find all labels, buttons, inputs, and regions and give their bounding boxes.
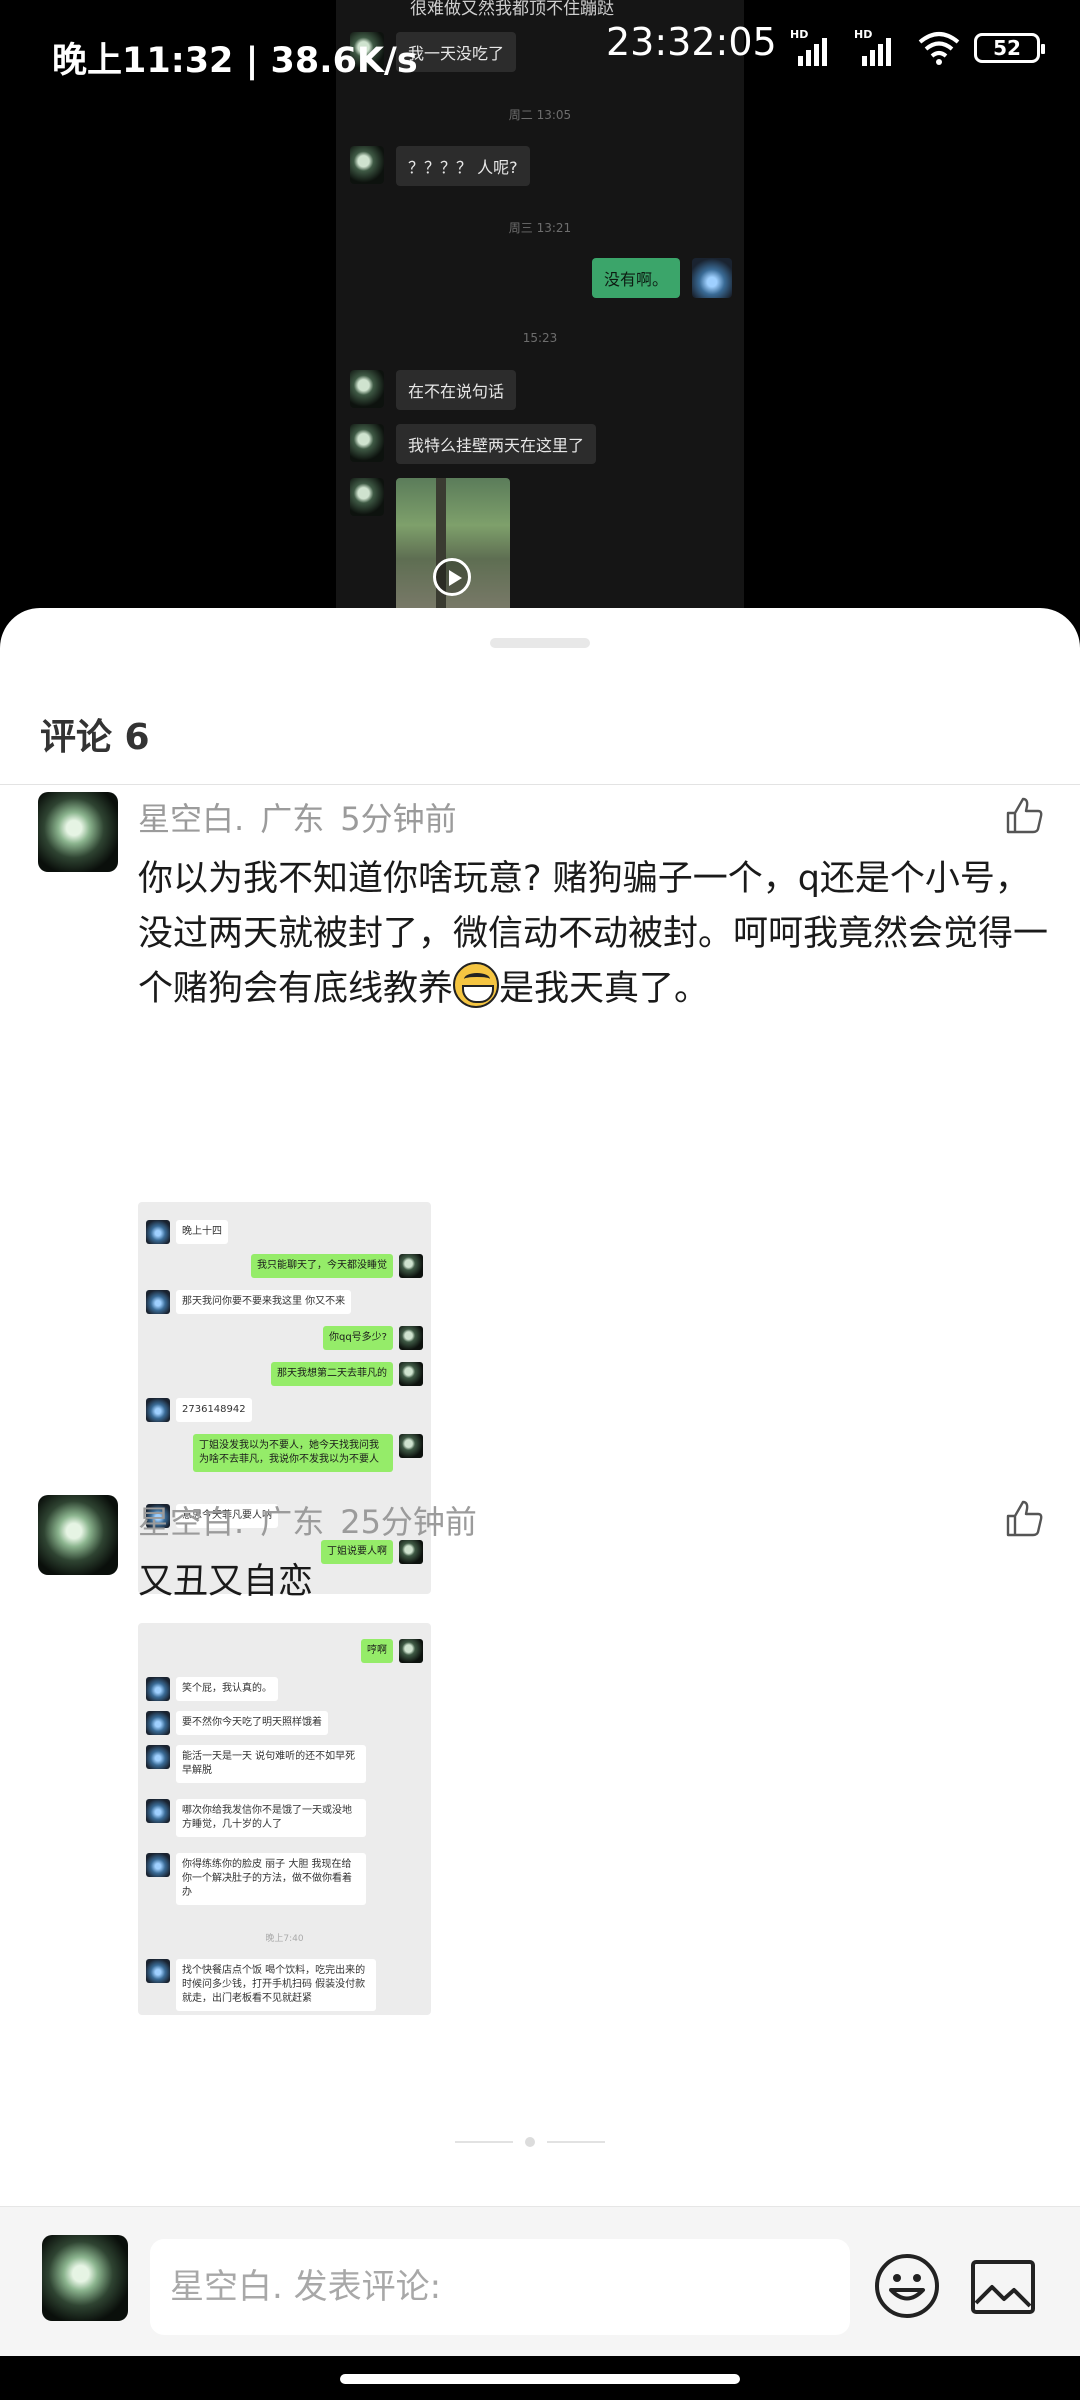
chat-bubble: ？？？？ 人呢? (396, 146, 530, 186)
avatar (692, 258, 732, 298)
comment-time: 5分钟前 (340, 800, 457, 838)
comment-image[interactable]: 哼啊 笑个屁，我认真的。 要不然你今天吃了明天照样饿着 能活一天是一天 说句难听… (138, 1623, 431, 2015)
comment-input[interactable] (150, 2239, 850, 2335)
avatar[interactable] (38, 792, 118, 872)
chat-timestamp: 15:23 (522, 331, 558, 345)
comment-author[interactable]: 星空白. (138, 800, 244, 838)
battery-icon: 52 (974, 33, 1045, 63)
play-icon[interactable] (433, 558, 471, 596)
status-bar: 晚上11:32 | 38.6K/s 23:32:05 HD HD 52 (0, 0, 1080, 110)
chat-message-row: 没有啊。 (591, 258, 732, 298)
chat-message-row: 在不在说句话 (350, 370, 517, 410)
comment-time: 25分钟前 (340, 1503, 477, 1541)
chat-message-row: 我特么挂壁两天在这里了 (350, 424, 597, 464)
avatar (350, 370, 384, 408)
like-icon[interactable] (1004, 1499, 1044, 1539)
avatar (350, 478, 384, 516)
comment-location: 广东 (260, 1503, 325, 1541)
image-icon[interactable] (970, 2259, 1036, 2315)
comments-title: 评论 6 (40, 717, 150, 758)
avatar (42, 2235, 128, 2321)
signal-icon: HD (790, 28, 840, 66)
chat-bubble: 在不在说句话 (396, 370, 517, 410)
chat-message-row (350, 478, 510, 613)
status-clock: 23:32:05 (606, 20, 777, 64)
avatar (350, 424, 384, 462)
avatar (350, 146, 384, 184)
comment-input-bar (0, 2206, 1080, 2356)
status-icons: HD HD 52 (790, 28, 1045, 66)
wifi-icon (918, 32, 960, 65)
chat-video-thumbnail[interactable] (396, 478, 510, 613)
comment-meta: 星空白. 广东 5分钟前 (138, 794, 457, 840)
home-indicator[interactable] (340, 2374, 740, 2384)
drag-handle[interactable] (490, 638, 590, 648)
comment-location: 广东 (260, 800, 325, 838)
avatar[interactable] (38, 1495, 118, 1575)
comment-text: 又丑又自恋 (138, 1562, 314, 1602)
like-icon[interactable] (1004, 796, 1044, 836)
comment-author[interactable]: 星空白. (138, 1503, 244, 1541)
signal-icon: HD (854, 28, 904, 66)
chat-message-row: ？？？？ 人呢? (350, 146, 530, 186)
comment-text: 你以为我不知道你啥玩意? 赌狗骗子一个，q还是个小号，没过两天就被封了，微信动不… (138, 859, 1049, 1009)
page-indicator (455, 2137, 605, 2147)
chat-timestamp: 周三 13:21 (508, 221, 572, 235)
chat-bubble: 没有啊。 (591, 258, 680, 298)
comment-meta: 星空白. 广东 25分钟前 (138, 1497, 477, 1543)
emoji-icon[interactable] (874, 2253, 940, 2319)
grinning-emoji-icon (453, 962, 500, 1008)
divider (0, 784, 1080, 785)
chat-bubble: 我特么挂壁两天在这里了 (396, 424, 597, 464)
comment-sheet: 评论 6 星空白. 广东 5分钟前 你以为我不知道你啥玩意? 赌狗骗子一个，q还是个… (0, 608, 1080, 2400)
status-time-speed: 晚上11:32 | 38.6K/s (52, 41, 418, 81)
